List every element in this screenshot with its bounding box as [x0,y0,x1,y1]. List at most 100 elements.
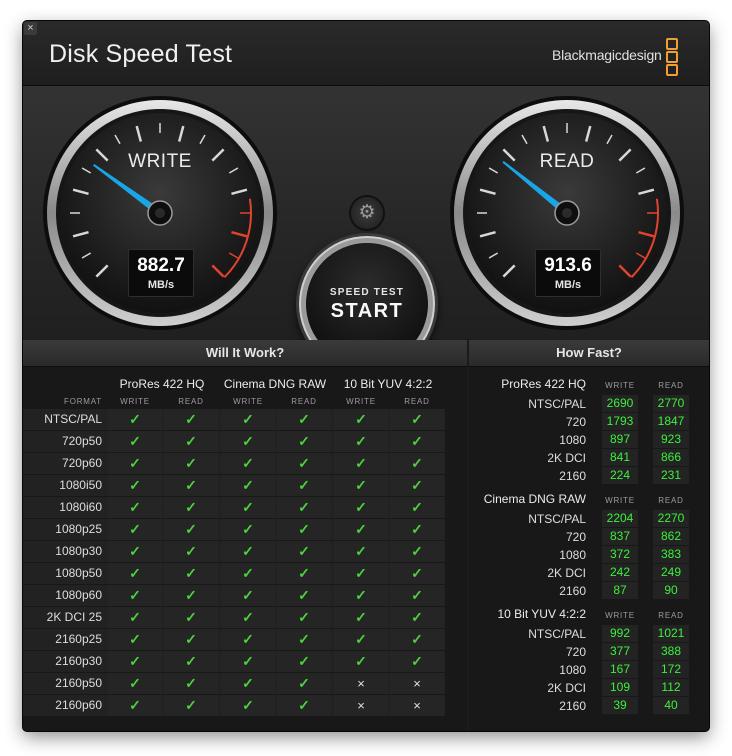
check-icon: ✓ [221,409,275,430]
write-value-box: 882.7 MB/s [128,249,194,297]
check-icon: ✓ [221,453,275,474]
check-icon: ✓ [108,695,162,716]
row-format-label: 720p60 [61,456,102,470]
check-icon: ✓ [164,431,218,452]
row-format-label: 720p50 [61,434,102,448]
check-icon: ✓ [390,519,444,540]
write-gauge-label: WRITE [128,151,192,172]
how-fast-row-label: NTSC/PAL [528,512,586,526]
check-icon: ✓ [277,695,331,716]
title-bar: × Disk Speed Test Blackmagicdesign [23,21,709,86]
will-it-work-panel: Will It Work? ProRes 422 HQ Cinema DNG RA… [23,340,467,731]
gear-icon: ⚙ [358,202,376,223]
check-icon: ✓ [221,563,275,584]
check-icon: ✓ [108,607,162,628]
check-icon: ✓ [334,563,388,584]
check-icon: ✓ [390,541,444,562]
check-icon: ✓ [277,409,331,430]
brand-name: Blackmagicdesign [552,47,662,63]
how-fast-row-label: 2160 [559,699,586,713]
check-icon: ✓ [164,541,218,562]
check-icon: ✓ [164,629,218,650]
read-speed-value: 913.6 [544,255,592,276]
check-icon: ✓ [390,585,444,606]
brand-logo-icon [666,38,678,76]
start-button-label: START [330,300,404,322]
read-speed-value: 383 [653,546,689,563]
check-icon: ✓ [277,541,331,562]
check-icon: ✓ [108,475,162,496]
check-icon: ✓ [334,453,388,474]
how-fast-row-label: 1080 [559,433,586,447]
check-icon: ✓ [221,695,275,716]
close-button[interactable]: × [24,22,37,35]
app-title: Disk Speed Test [49,40,233,68]
how-fast-group-header: 10 Bit YUV 4:2:2 [497,607,587,621]
check-icon: ✓ [221,497,275,518]
read-speed-value: 388 [653,643,689,660]
check-icon: ✓ [221,673,275,694]
check-icon: ✓ [164,475,218,496]
write-speed-value: 377 [602,643,638,660]
read-speed-value: 1847 [653,413,689,430]
how-fast-row-label: 2K DCI [547,681,586,695]
check-icon: ✓ [108,497,162,518]
check-icon: ✓ [390,431,444,452]
write-speed-value: 39 [602,697,638,714]
check-icon: ✓ [164,409,218,430]
how-fast-write-header: WRITE [605,496,635,505]
check-icon: ✓ [108,431,162,452]
check-icon: ✓ [164,563,218,584]
check-icon: ✓ [164,585,218,606]
row-format-label: 1080p25 [55,522,102,536]
check-icon: ✓ [164,607,218,628]
app-window: × Disk Speed Test Blackmagicdesign WRITE… [23,21,709,731]
check-icon: ✓ [108,563,162,584]
check-icon: ✓ [334,409,388,430]
row-format-label: 1080p30 [55,544,102,558]
how-fast-row-label: NTSC/PAL [528,627,586,641]
check-icon: ✓ [390,629,444,650]
check-icon: ✓ [334,497,388,518]
check-icon: ✓ [277,629,331,650]
write-speed-value: 87 [602,582,638,599]
check-icon: ✓ [221,519,275,540]
row-format-label: 2K DCI 25 [46,610,102,624]
cross-icon: × [390,673,444,694]
check-icon: ✓ [164,673,218,694]
check-icon: ✓ [277,431,331,452]
how-fast-row-label: 720 [565,645,586,659]
check-icon: ✓ [108,409,162,430]
check-icon: ✓ [221,585,275,606]
row-format-label: 1080p60 [55,588,102,602]
check-icon: ✓ [221,431,275,452]
read-gauge-label: READ [539,151,595,172]
settings-button[interactable]: ⚙ [351,197,383,229]
read-speed-value: 2270 [653,510,689,527]
check-icon: ✓ [334,585,388,606]
format-column-header: FORMAT [64,397,102,406]
how-fast-row-label: NTSC/PAL [528,397,586,411]
write-speed-unit: MB/s [147,279,175,291]
check-icon: ✓ [108,453,162,474]
check-icon: ✓ [390,453,444,474]
check-icon: ✓ [277,607,331,628]
check-icon: ✓ [390,497,444,518]
read-speed-value: 112 [653,679,689,696]
check-icon: ✓ [108,585,162,606]
check-icon: ✓ [108,651,162,672]
check-icon: ✓ [164,695,218,716]
check-icon: ✓ [221,651,275,672]
check-icon: ✓ [334,607,388,628]
check-icon: ✓ [108,673,162,694]
how-fast-write-header: WRITE [605,381,635,390]
how-fast-title: How Fast? [469,340,709,367]
how-fast-read-header: READ [658,611,684,620]
wiw-write-header: WRITE [233,397,263,406]
row-format-label: 2160p50 [55,676,102,690]
check-icon: ✓ [334,431,388,452]
check-icon: ✓ [277,563,331,584]
row-format-label: 2160p60 [55,698,102,712]
read-speed-unit: MB/s [554,279,582,291]
write-speed-value: 841 [602,449,638,466]
